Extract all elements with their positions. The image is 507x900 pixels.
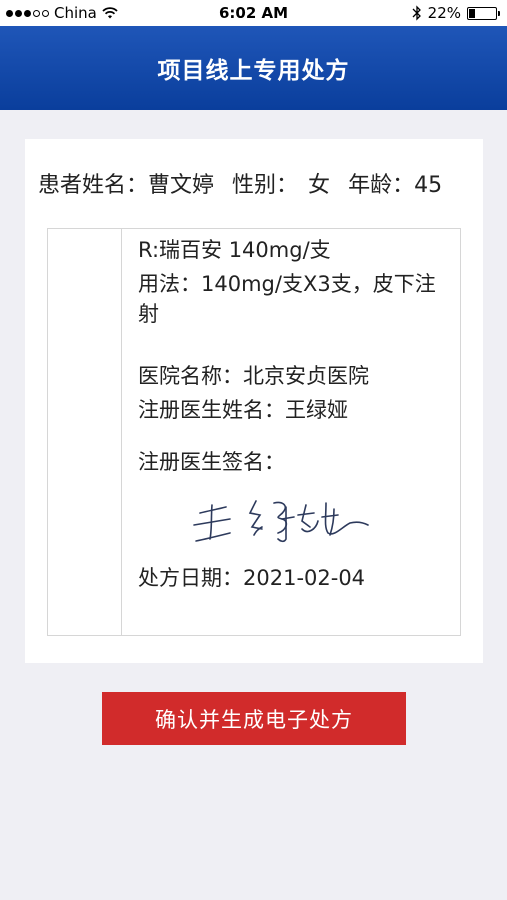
status-bar: China 6:02 AM 22% <box>0 0 507 26</box>
battery-percent: 22% <box>427 4 461 22</box>
drug-line: R:瑞百安 140mg/支 <box>138 238 331 262</box>
patient-info: 患者姓名：曹文婷 性别： 女年龄：45 <box>38 167 452 199</box>
page-title: 项目线上专用处方 <box>157 58 350 84</box>
prescription-box: R:瑞百安 140mg/支 用法：140mg/支X3支，皮下注射 医院名称：北京… <box>47 228 461 636</box>
hospital-line: 医院名称：北京安贞医院 <box>138 364 369 388</box>
age-label: 年龄： <box>348 173 415 198</box>
bluetooth-icon <box>412 5 421 21</box>
nav-bar: 项目线上专用处方 <box>0 26 507 110</box>
rx-divider <box>121 229 122 635</box>
patient-name-label: 患者姓名： <box>38 173 149 198</box>
battery-level-fill <box>469 8 475 18</box>
age-value: 45 <box>414 173 443 198</box>
patient-name: 曹文婷 <box>148 173 215 198</box>
doctor-line: 注册医生姓名：王绿娅 <box>138 398 348 422</box>
gender-value: 女 <box>308 173 331 198</box>
status-right: 22% <box>412 4 500 22</box>
usage-line: 用法：140mg/支X3支，皮下注射 <box>138 272 436 326</box>
doctor-signature-image <box>193 500 369 543</box>
prescription-card: 患者姓名：曹文婷 性别： 女年龄：45 R:瑞百安 140mg/支 用法：140mg… <box>25 139 483 663</box>
battery-icon <box>467 6 500 20</box>
prescription-content: R:瑞百安 140mg/支 用法：140mg/支X3支，皮下注射 医院名称：北京… <box>138 235 456 593</box>
signature-label: 注册医生签名： <box>138 450 285 474</box>
prescription-date: 处方日期：2021-02-04 <box>138 566 366 590</box>
confirm-generate-prescription-button[interactable]: 确认并生成电子处方 <box>102 692 406 745</box>
gender-label: 性别： <box>232 173 299 198</box>
